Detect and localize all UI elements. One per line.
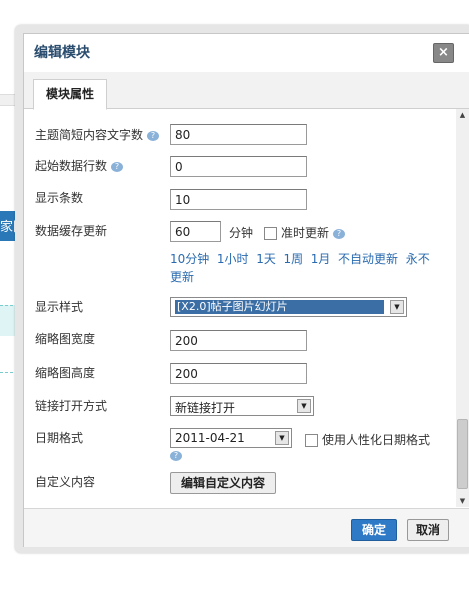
help-icon[interactable]: ?: [170, 451, 182, 461]
link-open-select[interactable]: 新链接打开 ▼: [170, 396, 314, 416]
edit-module-dialog: 编辑模块 × 模块属性 主题简短内容文字数? 80 起始数据行数? 0 显示条数…: [15, 25, 469, 553]
dialog-title: 编辑模块: [34, 45, 90, 61]
link-open-value: 新链接打开: [175, 401, 236, 415]
chevron-down-icon[interactable]: ▼: [390, 300, 404, 314]
date-format-label: 日期格式: [35, 431, 84, 445]
timed-update-label: 准时更新: [281, 226, 330, 240]
start-row-input[interactable]: 0: [170, 156, 307, 177]
scroll-thumb[interactable]: [457, 419, 468, 489]
cache-minutes-input[interactable]: 60: [170, 221, 221, 242]
display-count-input[interactable]: 10: [170, 189, 307, 210]
confirm-button[interactable]: 确定: [351, 519, 397, 541]
dialog-footer: 确定 取消: [24, 508, 469, 547]
date-format-value: 2011-04-21: [175, 431, 245, 445]
vertical-scrollbar[interactable]: ▲ ▼: [456, 109, 469, 507]
humanize-date-label: 使用人性化日期格式: [322, 433, 431, 447]
cancel-button[interactable]: 取消: [407, 519, 449, 541]
cache-update-label: 数据缓存更新: [35, 224, 108, 238]
summary-length-input[interactable]: 80: [170, 124, 307, 145]
form-content: 主题简短内容文字数? 80 起始数据行数? 0 显示条数 10 数据缓存更新 6…: [24, 109, 456, 507]
tab-bar: 模块属性: [24, 72, 469, 110]
cache-option-1month[interactable]: 1月: [311, 252, 331, 266]
display-count-label: 显示条数: [35, 191, 84, 205]
display-style-value: [X2.0]帖子图片幻灯片: [175, 300, 384, 314]
help-icon[interactable]: ?: [147, 130, 160, 141]
chevron-down-icon[interactable]: ▼: [275, 431, 289, 445]
custom-content-label: 自定义内容: [35, 475, 96, 489]
cache-option-no-auto[interactable]: 不自动更新: [338, 252, 398, 266]
display-style-select[interactable]: [X2.0]帖子图片幻灯片 ▼: [170, 297, 407, 317]
timed-update-option[interactable]: 准时更新?: [264, 224, 346, 241]
help-icon[interactable]: ?: [111, 161, 124, 172]
thumb-width-input[interactable]: 200: [170, 330, 307, 351]
cache-unit-label: 分钟: [229, 226, 254, 240]
cache-option-1week[interactable]: 1周: [283, 252, 303, 266]
cache-option-1hour[interactable]: 1小时: [217, 252, 249, 266]
cache-option-1day[interactable]: 1天: [256, 252, 276, 266]
thumb-width-label: 缩略图宽度: [35, 332, 96, 346]
date-format-select[interactable]: 2011-04-21 ▼: [170, 428, 292, 448]
start-row-label: 起始数据行数?: [35, 157, 124, 174]
display-style-label: 显示样式: [35, 300, 84, 314]
thumb-height-input[interactable]: 200: [170, 363, 307, 384]
help-icon[interactable]: ?: [333, 228, 346, 239]
link-open-label: 链接打开方式: [35, 399, 108, 413]
chevron-down-icon[interactable]: ▼: [297, 399, 311, 413]
cache-quick-options: 10分钟 1小时 1天 1周 1月 不自动更新 永不更新: [170, 250, 440, 286]
close-button[interactable]: ×: [433, 43, 454, 63]
edit-custom-content-button[interactable]: 编辑自定义内容: [170, 472, 277, 494]
thumb-height-label: 缩略图高度: [35, 366, 96, 380]
cache-option-10min[interactable]: 10分钟: [170, 252, 209, 266]
summary-length-label: 主题简短内容文字数?: [35, 126, 160, 143]
humanize-date-checkbox[interactable]: [305, 434, 318, 447]
dialog-body: 编辑模块 × 模块属性 主题简短内容文字数? 80 起始数据行数? 0 显示条数…: [23, 33, 469, 547]
tab-module-properties[interactable]: 模块属性: [33, 79, 108, 110]
timed-update-checkbox[interactable]: [264, 227, 277, 240]
humanize-date-option[interactable]: 使用人性化日期格式: [305, 431, 430, 448]
scroll-down-icon[interactable]: ▼: [456, 495, 469, 507]
scroll-up-icon[interactable]: ▲: [456, 109, 469, 121]
